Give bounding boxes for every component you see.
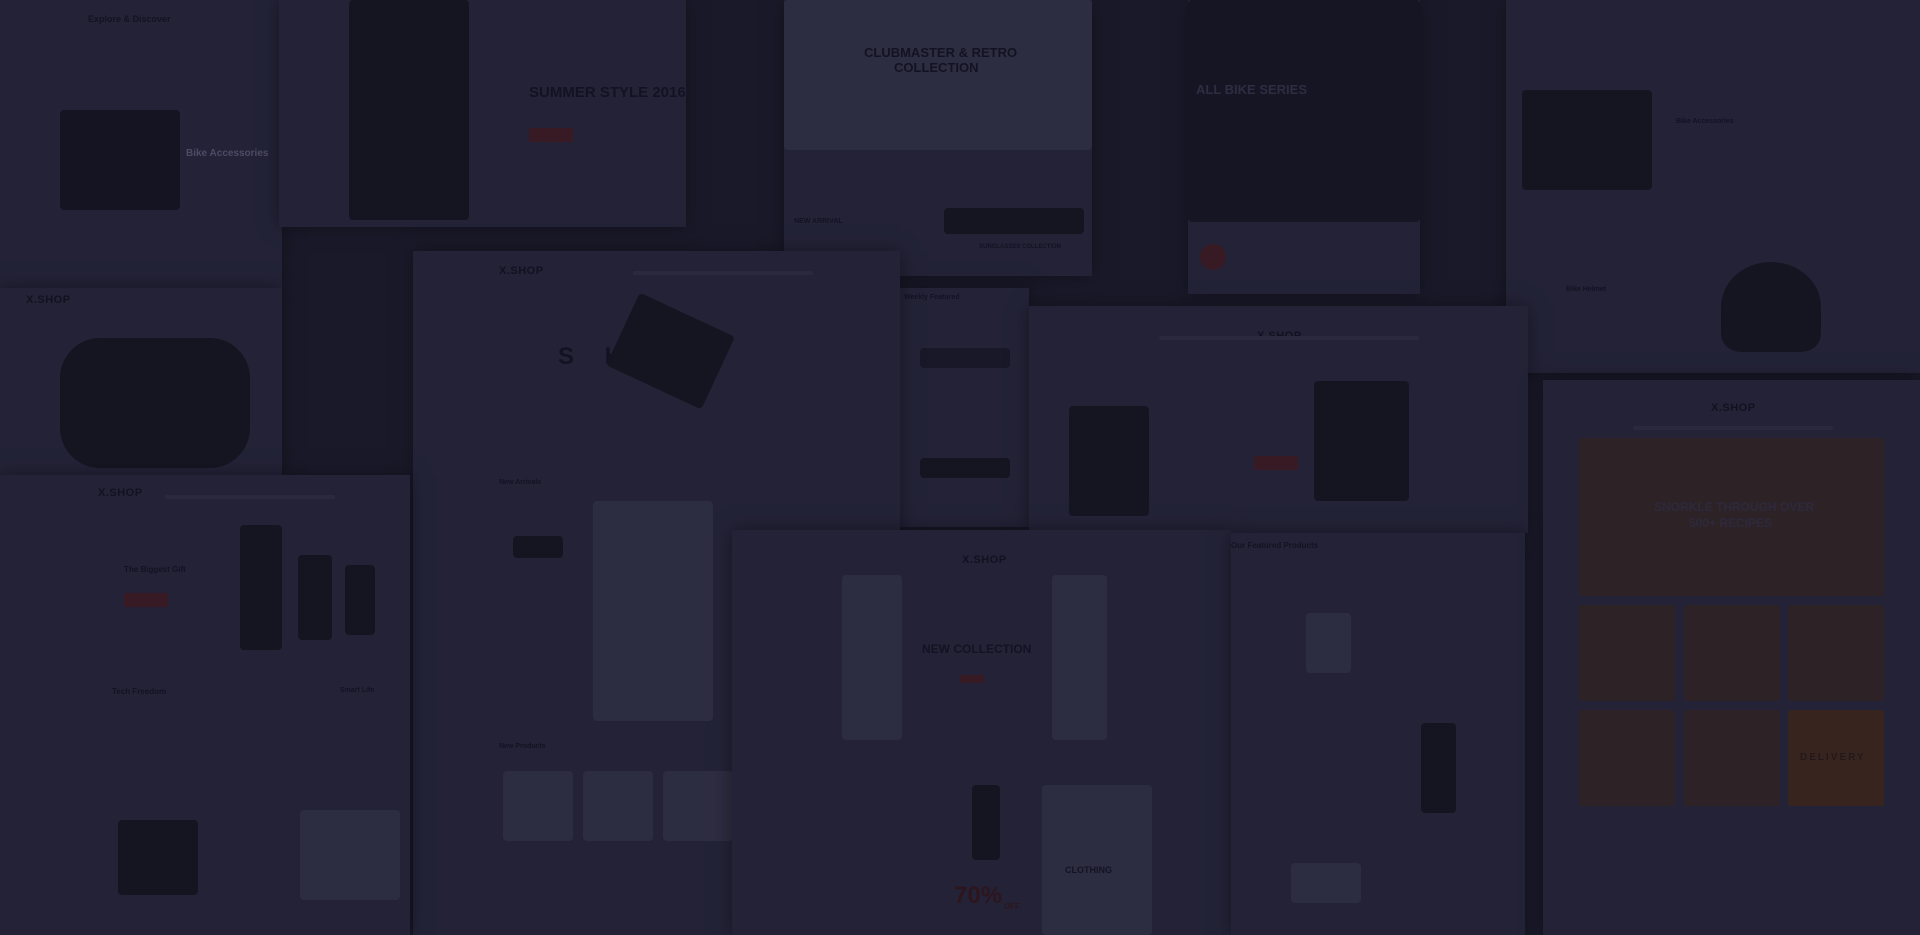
template-featured: Our Featured Products <box>1231 533 1525 935</box>
shop-button[interactable] <box>529 128 573 142</box>
glasses-image-1 <box>920 348 1010 368</box>
model-image <box>349 0 469 220</box>
nav-bar[interactable] <box>1633 426 1833 430</box>
glasses-caption: SUNGLASSES COLLECTION <box>979 244 1062 250</box>
logo: X.SHOP <box>26 294 71 306</box>
food-tile-2[interactable] <box>1684 605 1780 701</box>
shop-button[interactable] <box>960 675 984 683</box>
nav-bar[interactable] <box>633 271 813 275</box>
food-tile-4[interactable] <box>1579 710 1675 806</box>
model-image <box>593 501 713 721</box>
logo: X.SHOP <box>1711 402 1756 414</box>
section-title: Weekly Featured <box>904 294 960 301</box>
promo: NEW ARRIVAL <box>794 218 843 225</box>
round-icon <box>1200 244 1226 270</box>
glasses-image <box>944 208 1084 234</box>
food-tile-5[interactable] <box>1684 710 1780 806</box>
delivery-label: DELIVERY <box>1800 752 1866 763</box>
sneaker-image <box>513 536 563 558</box>
template-retro: CLUBMASTER & RETRO COLLECTION NEW ARRIVA… <box>784 0 1092 276</box>
nav-bar[interactable] <box>1159 336 1419 340</box>
template-bike-right: Bike Accessories Bike Helmet <box>1506 0 1920 373</box>
phone-image-1 <box>240 525 282 650</box>
product-2[interactable] <box>583 771 653 841</box>
product-image-1 <box>1306 613 1351 673</box>
template-summer: SUMMER STYLE 2016 <box>279 0 686 227</box>
hero-image <box>1188 0 1420 222</box>
hero-title-2: COLLECTION <box>894 60 979 75</box>
template-collection: X.SHOP NEW COLLECTION CLOTHING 70% OFF <box>732 530 1231 935</box>
shop-button[interactable] <box>1254 456 1298 470</box>
tech-title: Tech Freedom <box>112 687 167 696</box>
logo: X.SHOP <box>962 554 1007 566</box>
template-watch: X.SHOP <box>0 288 282 478</box>
hero-title: SUMMER STYLE 2016 <box>529 84 686 101</box>
section-title: New Arrivals <box>499 479 542 486</box>
plant-image <box>1069 406 1149 516</box>
phone-image-3 <box>345 565 375 635</box>
template-glasses: Weekly Featured <box>900 288 1029 527</box>
subtitle: Bike Accessories <box>1676 118 1734 125</box>
section-title: Our Featured Products <box>1231 541 1319 550</box>
bike-frame-image <box>60 110 180 210</box>
hero-title: CLUBMASTER & RETRO <box>864 45 1018 60</box>
food-tile-1[interactable] <box>1579 605 1675 701</box>
hero-title: SNORKLE THROUGH OVER <box>1654 500 1815 514</box>
logo: X.SHOP <box>98 487 143 499</box>
sale-value: 70% <box>954 882 1003 909</box>
section-title-2: New Products <box>499 743 546 750</box>
plant-image <box>1421 723 1456 813</box>
watch-image <box>60 338 250 468</box>
helmet-label: Bike Helmet <box>1566 286 1607 293</box>
hero-title: NEW COLLECTION <box>922 642 1032 656</box>
product-3[interactable] <box>663 771 733 841</box>
template-electronics: X.SHOP The Biggest Gift Tech Freedom Sma… <box>0 475 410 935</box>
nav-bar[interactable] <box>165 495 335 499</box>
gadget-title: Smart Life <box>340 687 375 694</box>
drone-image <box>300 810 400 900</box>
subtitle: Bike Accessories <box>186 148 269 159</box>
model-right <box>1052 575 1107 740</box>
pillow-image <box>1291 863 1361 903</box>
model-left <box>842 575 902 740</box>
hero-image <box>784 0 1092 150</box>
chair-image <box>1314 381 1409 501</box>
shop-button[interactable] <box>124 593 168 607</box>
hero-title: The Biggest Gift <box>124 565 186 574</box>
hero-title: ALL BIKE SERIES <box>1196 82 1308 97</box>
watch-image <box>972 785 1000 860</box>
bike-frame-image <box>1522 90 1652 190</box>
template-bike-series: ALL BIKE SERIES <box>1188 0 1420 294</box>
sale-suffix: OFF <box>1004 902 1020 911</box>
helmet-image <box>1721 262 1821 352</box>
delivery-tile[interactable]: DELIVERY <box>1788 710 1884 806</box>
logo: X.SHOP <box>499 265 544 277</box>
phone-image-2 <box>298 555 332 640</box>
template-furniture: X.SHOP <box>1029 306 1528 533</box>
title: Explore & Discover <box>88 14 171 24</box>
glasses-image-2 <box>920 458 1010 478</box>
template-food: X.SHOP SNORKLE THROUGH OVER 500+ RECIPES… <box>1543 380 1920 935</box>
camera-gimbal-image <box>118 820 198 895</box>
shoe-image <box>606 292 735 410</box>
product-1[interactable] <box>503 771 573 841</box>
hero-image: SNORKLE THROUGH OVER 500+ RECIPES <box>1579 438 1884 596</box>
template-bike-left: Explore & Discover Bike Accessories <box>0 0 282 288</box>
clothing-title: CLOTHING <box>1065 865 1112 875</box>
clothing-image <box>1042 785 1152 935</box>
food-tile-3[interactable] <box>1788 605 1884 701</box>
hero-title-2: 500+ RECIPES <box>1689 516 1773 530</box>
